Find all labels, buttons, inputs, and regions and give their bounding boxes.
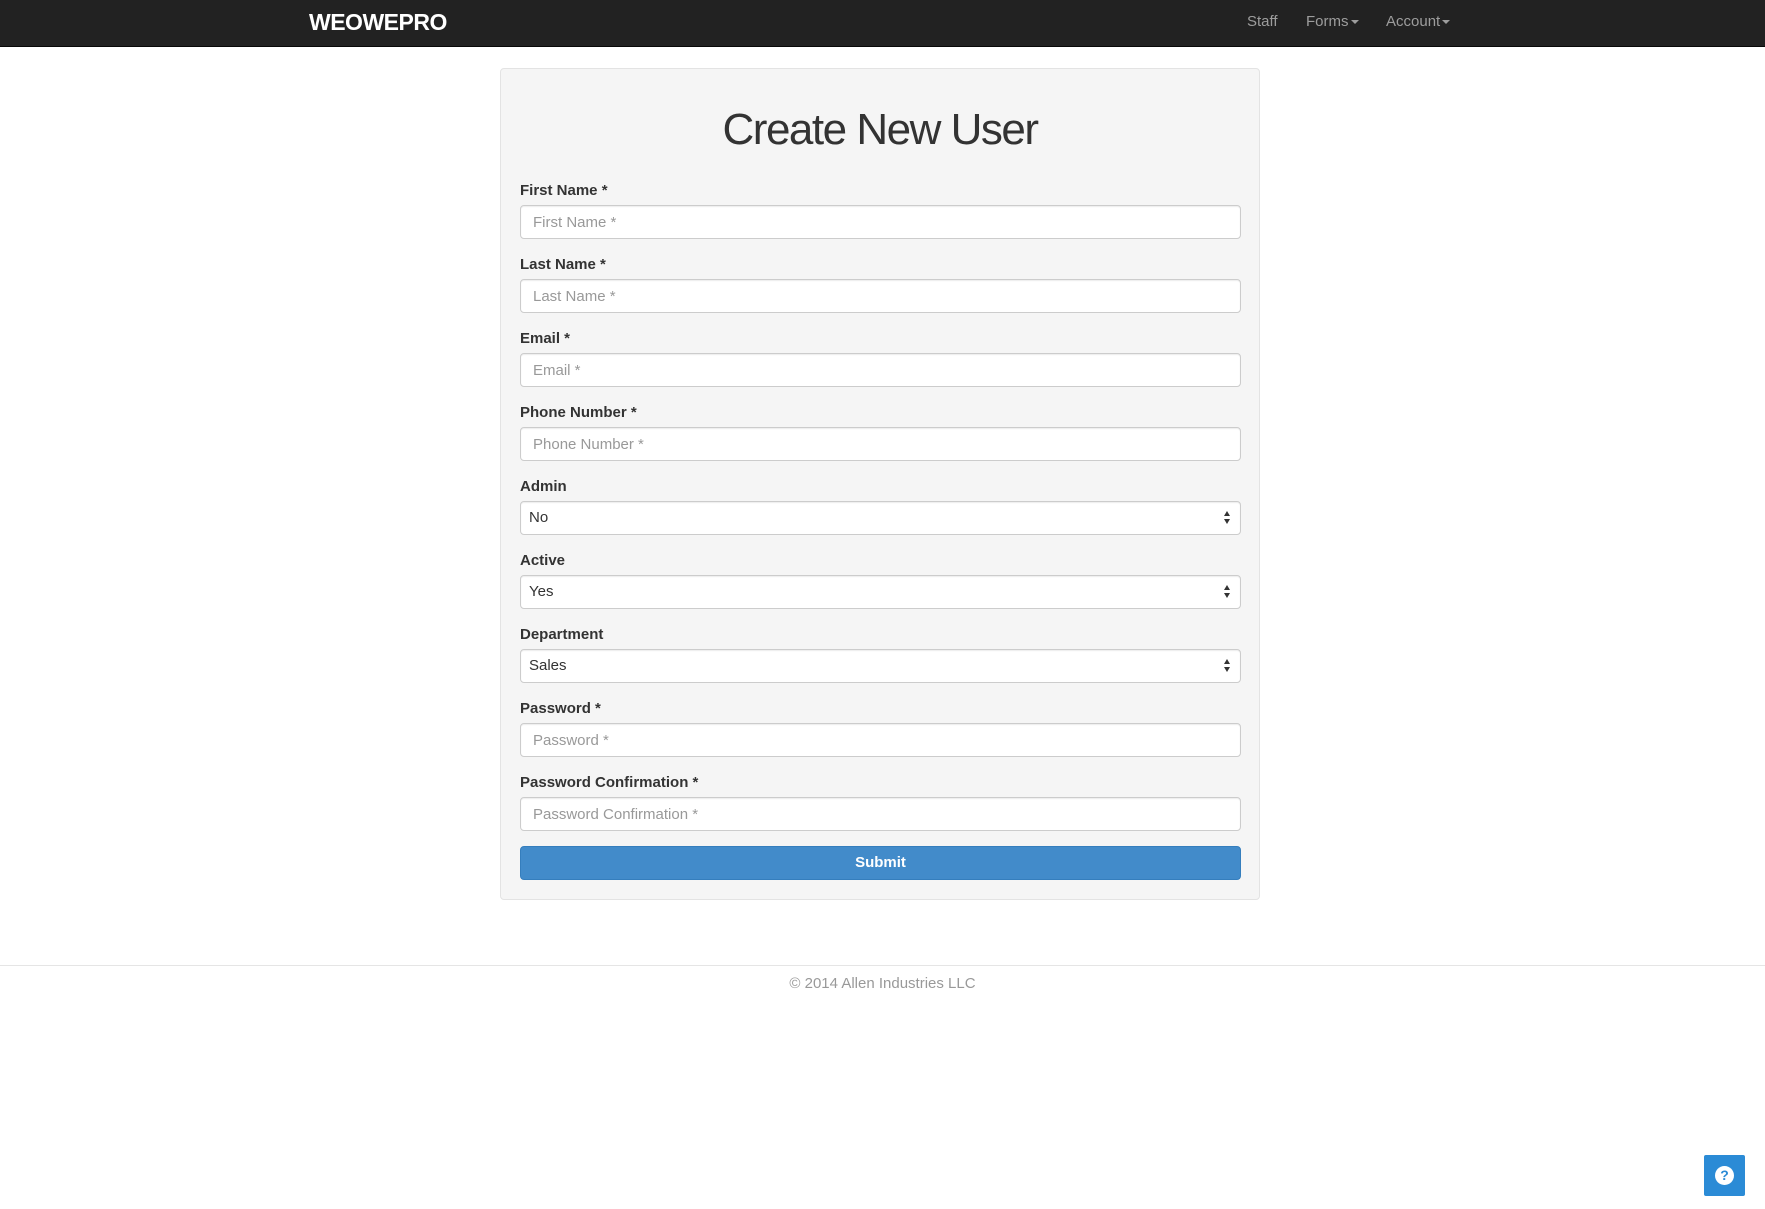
select-arrows-icon [1224,659,1232,673]
question-circle-icon: ? [1715,1166,1734,1185]
nav-item-forms[interactable]: Forms [1306,13,1359,30]
active-selected-value: Yes [529,583,554,600]
nav-item-label: Forms [1306,13,1349,30]
brand-logo[interactable]: WEOWEPRO [309,9,447,36]
top-navbar: WEOWEPRO Staff Forms Account [0,0,1765,47]
admin-select[interactable]: No [520,501,1241,535]
last-name-input[interactable] [520,279,1241,313]
caret-down-icon [1442,20,1451,25]
page-title: Create New User [722,105,1039,154]
active-select[interactable]: Yes [520,575,1241,609]
password-input[interactable] [520,723,1241,757]
email-label: Email * [520,330,571,347]
footer-divider [0,965,1765,966]
help-button[interactable]: ? [1704,1155,1745,1196]
password-confirmation-input[interactable] [520,797,1241,831]
phone-number-label: Phone Number * [520,404,637,421]
password-label: Password * [520,700,601,717]
department-selected-value: Sales [529,657,567,674]
admin-selected-value: No [529,509,549,526]
phone-number-input[interactable] [520,427,1241,461]
password-confirmation-label: Password Confirmation * [520,774,699,791]
select-arrows-icon [1224,585,1232,599]
nav-item-staff[interactable]: Staff [1247,13,1278,30]
select-arrows-icon [1224,511,1232,525]
footer-copyright: © 2014 Allen Industries LLC [789,975,976,992]
department-label: Department [520,626,604,643]
submit-button[interactable]: Submit [520,846,1241,880]
caret-down-icon [1350,20,1359,25]
first-name-input[interactable] [520,205,1241,239]
department-select[interactable]: Sales [520,649,1241,683]
first-name-label: First Name * [520,182,608,199]
nav-item-account[interactable]: Account [1386,13,1451,30]
active-label: Active [520,552,566,569]
admin-label: Admin [520,478,567,495]
nav-item-label: Staff [1247,13,1278,30]
email-input[interactable] [520,353,1241,387]
nav-item-label: Account [1386,13,1441,30]
create-user-panel: Create New User First Name * Last Name *… [500,68,1260,900]
last-name-label: Last Name * [520,256,606,273]
